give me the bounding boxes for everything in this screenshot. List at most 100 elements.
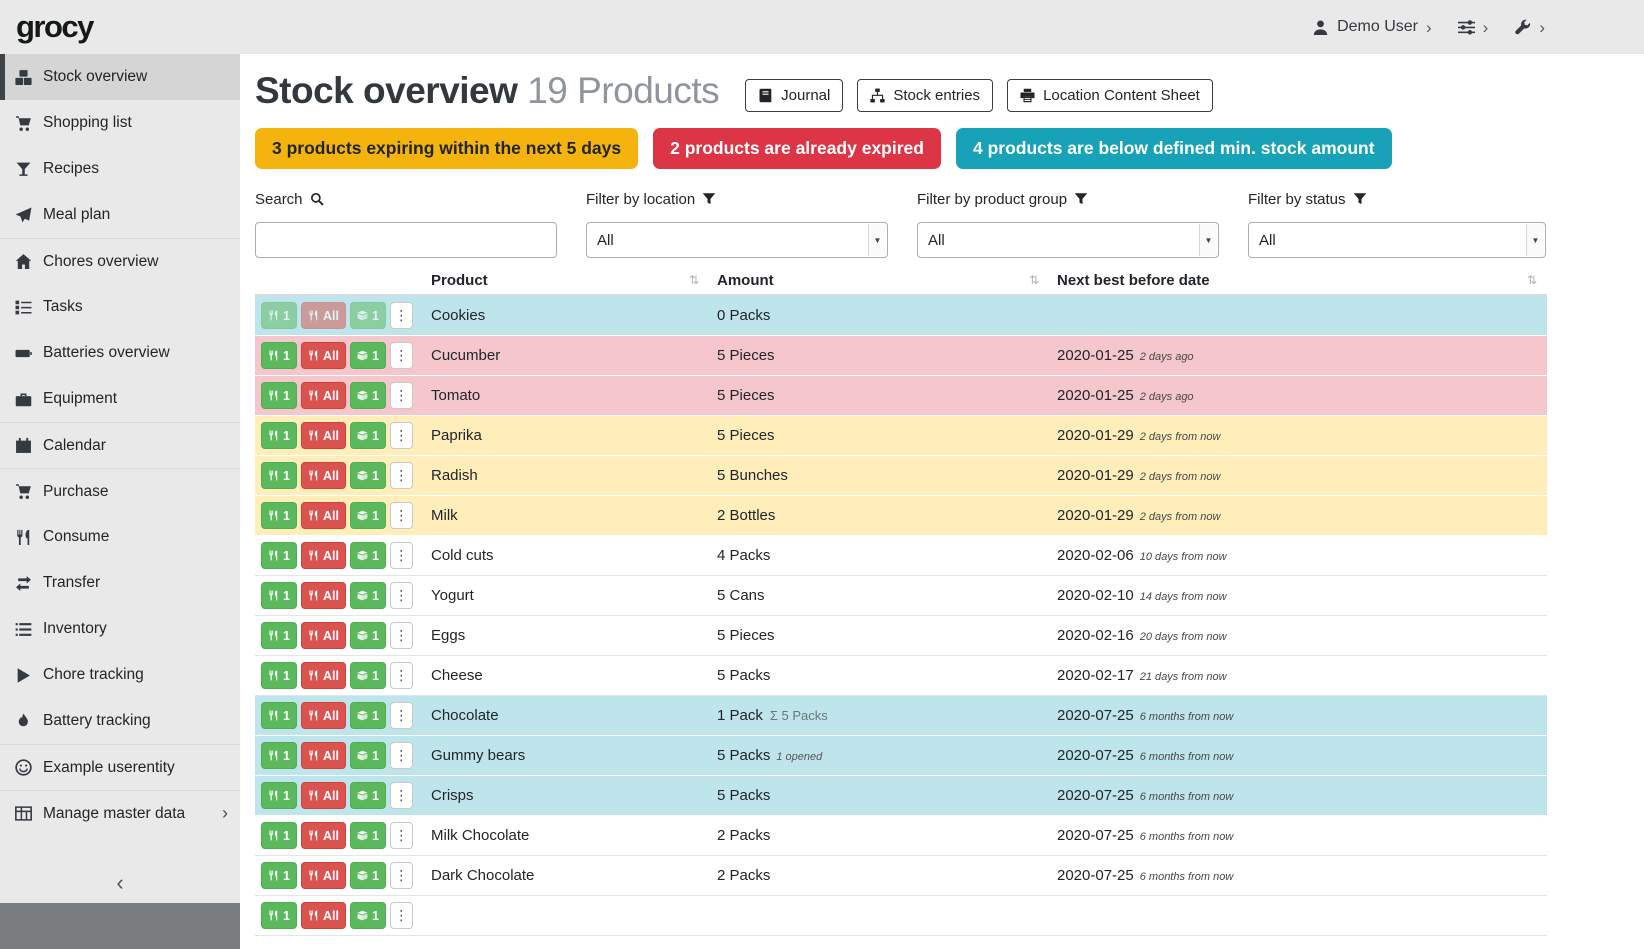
consume-one-button[interactable]: 1 — [261, 502, 297, 529]
consume-one-button[interactable]: 1 — [261, 742, 297, 769]
app-logo[interactable]: grocy — [16, 9, 93, 45]
consume-all-button[interactable]: All — [301, 782, 346, 809]
consume-one-button[interactable]: 1 — [261, 302, 297, 329]
sidebar-collapse-button[interactable]: ‹ — [0, 863, 240, 903]
open-one-button[interactable]: 1 — [350, 542, 386, 569]
consume-one-button[interactable]: 1 — [261, 622, 297, 649]
consume-all-button[interactable]: All — [301, 622, 346, 649]
sidebar-item-batteries-overview[interactable]: Batteries overview — [0, 330, 240, 376]
open-one-button[interactable]: 1 — [350, 862, 386, 889]
open-one-button[interactable]: 1 — [350, 422, 386, 449]
row-menu-button[interactable]: ⋮ — [390, 862, 413, 889]
column-header-amount[interactable]: Amount ⇅ — [709, 272, 1049, 289]
sidebar-item-chore-tracking[interactable]: Chore tracking — [0, 652, 240, 698]
row-menu-button[interactable]: ⋮ — [390, 902, 413, 929]
sidebar-item-battery-tracking[interactable]: Battery tracking — [0, 698, 240, 744]
sidebar-item-consume[interactable]: Consume — [0, 514, 240, 560]
consume-one-button[interactable]: 1 — [261, 702, 297, 729]
sidebar-item-equipment[interactable]: Equipment — [0, 376, 240, 422]
sidebar-item-example-userentity[interactable]: Example userentity — [0, 744, 240, 790]
sidebar-item-chores-overview[interactable]: Chores overview — [0, 238, 240, 284]
location-select[interactable]: All ▼ — [586, 222, 888, 258]
consume-all-button[interactable]: All — [301, 302, 346, 329]
consume-all-button[interactable]: All — [301, 862, 346, 889]
row-menu-button[interactable]: ⋮ — [390, 702, 413, 729]
open-one-button[interactable]: 1 — [350, 582, 386, 609]
consume-all-button[interactable]: All — [301, 462, 346, 489]
row-menu-button[interactable]: ⋮ — [390, 302, 413, 329]
consume-one-button[interactable]: 1 — [261, 582, 297, 609]
open-one-button[interactable]: 1 — [350, 502, 386, 529]
search-input[interactable] — [255, 222, 557, 258]
alert-danger[interactable]: 2 products are already expired — [653, 128, 941, 169]
consume-one-button[interactable]: 1 — [261, 662, 297, 689]
sidebar-item-meal-plan[interactable]: Meal plan — [0, 192, 240, 238]
row-menu-button[interactable]: ⋮ — [390, 422, 413, 449]
location-content-sheet-button[interactable]: Location Content Sheet — [1007, 79, 1213, 112]
settings-menu[interactable]: › — [1458, 19, 1489, 36]
row-menu-button[interactable]: ⋮ — [390, 782, 413, 809]
sidebar-item-stock-overview[interactable]: Stock overview — [0, 54, 240, 100]
consume-one-button[interactable]: 1 — [261, 862, 297, 889]
sidebar-item-transfer[interactable]: Transfer — [0, 560, 240, 606]
consume-all-button[interactable]: All — [301, 342, 346, 369]
open-one-button[interactable]: 1 — [350, 302, 386, 329]
consume-all-button[interactable]: All — [301, 502, 346, 529]
open-one-button[interactable]: 1 — [350, 462, 386, 489]
consume-all-button[interactable]: All — [301, 382, 346, 409]
utensils-icon — [268, 510, 279, 521]
consume-all-button[interactable]: All — [301, 542, 346, 569]
open-one-button[interactable]: 1 — [350, 782, 386, 809]
consume-one-button[interactable]: 1 — [261, 822, 297, 849]
sidebar-item-calendar[interactable]: Calendar — [0, 422, 240, 468]
consume-all-button[interactable]: All — [301, 822, 346, 849]
product-group-select[interactable]: All ▼ — [917, 222, 1219, 258]
sidebar-item-inventory[interactable]: Inventory — [0, 606, 240, 652]
open-one-button[interactable]: 1 — [350, 622, 386, 649]
row-menu-button[interactable]: ⋮ — [390, 542, 413, 569]
user-menu[interactable]: Demo User › — [1312, 18, 1432, 36]
consume-one-button[interactable]: 1 — [261, 382, 297, 409]
consume-all-button[interactable]: All — [301, 662, 346, 689]
sidebar-item-recipes[interactable]: Recipes — [0, 146, 240, 192]
consume-one-button[interactable]: 1 — [261, 782, 297, 809]
column-header-product[interactable]: Product ⇅ — [423, 272, 709, 289]
open-one-button[interactable]: 1 — [350, 702, 386, 729]
open-one-button[interactable]: 1 — [350, 662, 386, 689]
open-one-button[interactable]: 1 — [350, 902, 386, 929]
open-one-button[interactable]: 1 — [350, 382, 386, 409]
consume-all-button[interactable]: All — [301, 742, 346, 769]
row-menu-button[interactable]: ⋮ — [390, 742, 413, 769]
consume-all-button[interactable]: All — [301, 422, 346, 449]
sidebar-item-purchase[interactable]: Purchase — [0, 468, 240, 514]
row-menu-button[interactable]: ⋮ — [390, 382, 413, 409]
row-menu-button[interactable]: ⋮ — [390, 582, 413, 609]
row-menu-button[interactable]: ⋮ — [390, 822, 413, 849]
alert-warning[interactable]: 3 products expiring within the next 5 da… — [255, 128, 638, 169]
consume-one-button[interactable]: 1 — [261, 342, 297, 369]
open-one-button[interactable]: 1 — [350, 342, 386, 369]
admin-menu[interactable]: › — [1514, 19, 1545, 36]
status-select[interactable]: All ▼ — [1248, 222, 1546, 258]
sidebar-item-tasks[interactable]: Tasks — [0, 284, 240, 330]
column-header-next-best-before-date[interactable]: Next best before date ⇅ — [1049, 272, 1547, 289]
consume-all-button[interactable]: All — [301, 902, 346, 929]
alert-info[interactable]: 4 products are below defined min. stock … — [956, 128, 1392, 169]
sidebar-item-manage-master-data[interactable]: Manage master data› — [0, 790, 240, 836]
consume-one-button[interactable]: 1 — [261, 422, 297, 449]
row-menu-button[interactable]: ⋮ — [390, 502, 413, 529]
row-menu-button[interactable]: ⋮ — [390, 342, 413, 369]
row-menu-button[interactable]: ⋮ — [390, 622, 413, 649]
row-menu-button[interactable]: ⋮ — [390, 462, 413, 489]
open-one-button[interactable]: 1 — [350, 742, 386, 769]
consume-one-button[interactable]: 1 — [261, 542, 297, 569]
consume-one-button[interactable]: 1 — [261, 902, 297, 929]
open-one-button[interactable]: 1 — [350, 822, 386, 849]
sidebar-item-shopping-list[interactable]: Shopping list — [0, 100, 240, 146]
stock-entries-button[interactable]: Stock entries — [857, 79, 993, 112]
consume-all-button[interactable]: All — [301, 702, 346, 729]
consume-one-button[interactable]: 1 — [261, 462, 297, 489]
row-menu-button[interactable]: ⋮ — [390, 662, 413, 689]
journal-button[interactable]: Journal — [745, 79, 843, 112]
consume-all-button[interactable]: All — [301, 582, 346, 609]
